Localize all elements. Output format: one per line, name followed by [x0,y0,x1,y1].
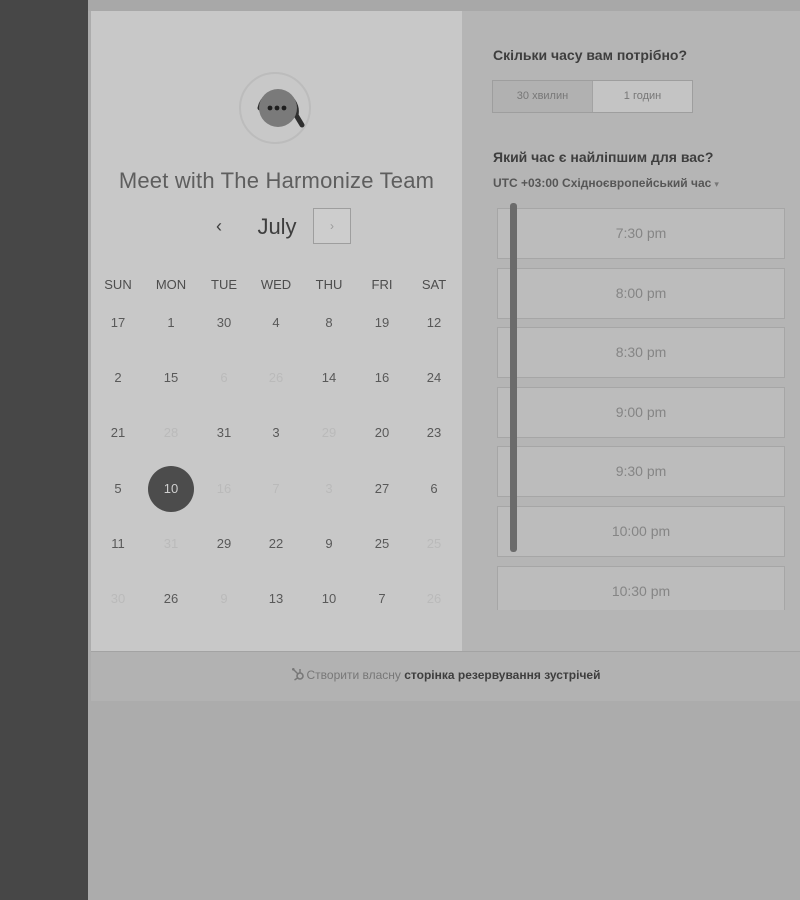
calendar-day[interactable]: 25 [359,521,405,567]
time-slot-button[interactable]: 9:00 pm [497,386,785,438]
calendar-day[interactable]: 19 [359,300,405,346]
calendar-day: 9 [220,591,228,606]
calendar-day[interactable]: 31 [201,410,247,456]
footer-text: Створити власну сторінка резервування зу… [91,652,800,698]
time-slot-button[interactable]: 10:00 pm [497,506,785,557]
calendar-day: 30 [110,591,126,606]
time-slot-button[interactable]: 9:30 pm [497,446,785,498]
calendar-day[interactable]: 24 [411,355,457,401]
calendar-day[interactable]: 14 [306,355,352,401]
calendar-day: 28 [163,425,179,440]
weekday-tue: TUE [211,277,237,292]
caret-down-icon: ▾ [714,179,719,189]
time-question: Який час є найліпшим для вас? [493,149,714,165]
weekday-sun: SUN [104,277,132,292]
top-band [88,0,800,11]
calendar-day[interactable]: 10 [306,576,352,622]
month-navigation: ‹ July › [91,208,462,248]
duration-question: Скільки часу вам потрібно? [493,47,688,63]
calendar-day[interactable]: 5 [95,466,141,512]
left-sidebar-strip [0,0,88,900]
weekday-header: SUN MON TUE WED THU FRI SAT [91,277,462,295]
calendar-day[interactable]: 27 [359,466,405,512]
calendar-day[interactable]: 26 [148,576,194,622]
calendar-day: 25 [426,536,442,551]
weekday-thu: THU [315,277,343,292]
duration-option-30min[interactable]: 30 хвилин [493,81,593,112]
calendar-day: 31 [163,536,179,551]
calendar-day[interactable]: 12 [411,300,457,346]
calendar-day[interactable]: 20 [359,410,405,456]
calendar-day[interactable]: 1 [148,300,194,346]
footer: Створити власну сторінка резервування зу… [91,651,800,701]
duration-selector: 30 хвилин 1 годин [492,80,693,113]
calendar-day[interactable]: 15 [148,355,194,401]
weekday-wed: WED [260,277,292,292]
time-slot-button[interactable]: 8:00 pm [497,267,785,319]
calendar-day[interactable]: 6 [411,466,457,512]
footer-link[interactable]: сторінка резервування зустрічей [404,668,600,682]
time-slot-list: 7:30 pm 8:00 pm 8:30 pm 9:00 pm 9:30 pm 10:00… [497,208,785,610]
calendar-day[interactable]: 22 [253,521,299,567]
calendar-day: 26 [268,370,284,385]
weekday-fri: FRI [371,277,393,292]
weekday-sat: SAT [421,277,447,292]
time-slot-button[interactable]: 8:30 pm [497,327,785,379]
calendar-day[interactable]: 3 [253,410,299,456]
selected-day[interactable]: 10 [148,466,194,512]
calendar-day: 26 [426,591,442,606]
chat-logo-icon [239,72,311,144]
chevron-right-icon: › [330,219,334,233]
hubspot-sprocket-icon [291,668,304,681]
calendar-day: 6 [220,370,228,385]
calendar-day[interactable]: 11 [95,521,141,567]
month-label: July [257,214,297,239]
chevron-left-icon: ‹ [216,216,222,236]
calendar-day[interactable]: 29 [201,521,247,567]
calendar-day[interactable]: 23 [411,410,457,456]
calendar-day: 29 [321,425,337,440]
previous-month-button[interactable]: ‹ [207,215,231,239]
time-slot-button[interactable]: 10:30 pm [497,565,785,610]
time-slot-button[interactable]: 7:30 pm [497,208,785,259]
footer-prefix: Створити власну [306,668,401,682]
meeting-title: Meet with The Harmonize Team [118,168,435,193]
calendar-panel: Meet with The Harmonize Team ‹ July › SU… [91,11,462,651]
calendar-day[interactable]: 17 [95,300,141,346]
calendar-day[interactable]: 13 [253,576,299,622]
calendar-day[interactable]: 30 [201,300,247,346]
calendar-day[interactable]: 2 [95,355,141,401]
calendar-day: 3 [325,481,333,496]
weekday-mon: MON [155,277,187,292]
next-month-button[interactable]: › [313,208,351,244]
calendar-days-grid: 17 1 30 4 8 19 12 2 15 6 26 14 16 24 21 28 31 3 29 20 23 5 10 1… [91,301,462,641]
calendar-day[interactable]: 21 [95,410,141,456]
calendar-day: 16 [216,481,232,496]
calendar-day: 7 [272,481,280,496]
timezone-label: UTC +03:00 Східноєвропейський час [493,176,712,190]
calendar-day[interactable]: 4 [253,300,299,346]
calendar-day[interactable]: 8 [306,300,352,346]
time-slots-scrollbar[interactable] [510,203,517,552]
meetings-card: Meet with The Harmonize Team ‹ July › SU… [91,11,800,651]
timezone-selector[interactable]: UTC +03:00 Східноєвропейський час ▾ [493,176,719,190]
calendar-day[interactable]: 7 [359,576,405,622]
calendar-day[interactable]: 16 [359,355,405,401]
calendar-day[interactable]: 9 [306,521,352,567]
duration-option-1hour[interactable]: 1 годин [593,81,692,112]
